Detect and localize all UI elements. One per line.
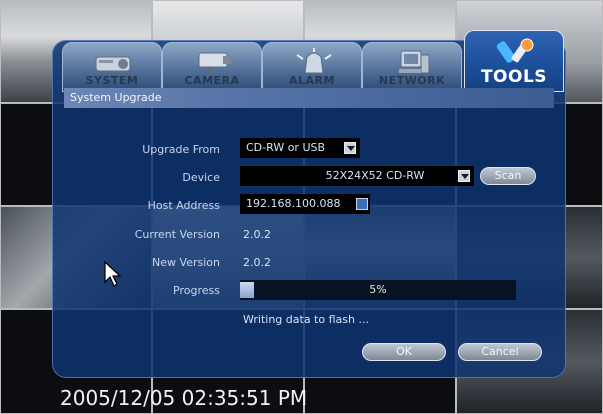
progress-percent: 5% bbox=[369, 283, 387, 296]
tab-alarm[interactable]: ALARM bbox=[262, 42, 362, 92]
ok-button[interactable]: OK bbox=[362, 343, 446, 361]
tools-icon bbox=[496, 38, 534, 63]
timestamp-overlay: 2005/12/05 02:35:51 PM bbox=[60, 386, 308, 410]
tab-label: SYSTEM bbox=[85, 74, 139, 87]
network-computer-icon bbox=[399, 50, 430, 74]
host-address-field[interactable]: 192.168.100.088 bbox=[240, 194, 370, 214]
chevron-down-icon[interactable] bbox=[458, 170, 470, 182]
alarm-siren-icon bbox=[296, 48, 332, 74]
device-value: 52X24X52 CD-RW bbox=[325, 169, 425, 182]
upgrade-from-label: Upgrade From bbox=[142, 143, 220, 156]
host-address-value: 192.168.100.088 bbox=[246, 197, 341, 210]
tab-network[interactable]: NETWORK bbox=[362, 42, 462, 92]
device-label: Device bbox=[182, 171, 220, 184]
dialog-title-bar: System Upgrade bbox=[64, 88, 554, 108]
scan-button[interactable]: Scan bbox=[480, 167, 536, 185]
tab-label: ALARM bbox=[289, 74, 335, 87]
tab-label: TOOLS bbox=[480, 67, 548, 87]
device-dropdown[interactable]: 52X24X52 CD-RW bbox=[240, 166, 474, 186]
projector-icon bbox=[95, 56, 131, 72]
progress-bar: 5% bbox=[240, 280, 516, 300]
tab-label: CAMERA bbox=[184, 74, 240, 87]
menu-tabs: SYSTEM CAMERA ALARM NETWORK TOOLS bbox=[54, 30, 566, 92]
progress-label: Progress bbox=[173, 284, 220, 297]
new-version-value: 2.0.2 bbox=[243, 256, 271, 269]
host-address-label: Host Address bbox=[147, 199, 220, 212]
mouse-cursor-icon bbox=[104, 260, 122, 287]
new-version-label: New Version bbox=[152, 256, 220, 269]
upgrade-from-dropdown[interactable]: CD-RW or USB bbox=[240, 138, 360, 158]
tab-tools[interactable]: TOOLS bbox=[464, 30, 564, 92]
cancel-button[interactable]: Cancel bbox=[458, 343, 542, 361]
tab-camera[interactable]: CAMERA bbox=[162, 42, 262, 92]
current-version-value: 2.0.2 bbox=[243, 228, 271, 241]
tab-system[interactable]: SYSTEM bbox=[62, 42, 162, 92]
cctv-camera-icon bbox=[198, 52, 231, 75]
current-version-label: Current Version bbox=[134, 228, 220, 241]
tab-label: NETWORK bbox=[378, 74, 446, 87]
upgrade-from-value: CD-RW or USB bbox=[246, 141, 326, 154]
status-text: Writing data to flash ... bbox=[243, 313, 369, 326]
keyboard-icon[interactable] bbox=[356, 198, 368, 210]
dialog-title: System Upgrade bbox=[70, 91, 162, 104]
chevron-down-icon[interactable] bbox=[344, 142, 356, 154]
